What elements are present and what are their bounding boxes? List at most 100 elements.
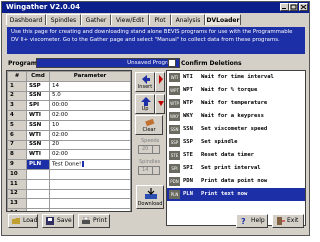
table-row[interactable]: 13 bbox=[7, 198, 131, 210]
row-number: 12 bbox=[7, 188, 27, 200]
col-header-parameter: Parameter bbox=[49, 71, 131, 82]
list-item[interactable]: SSN SSN Set viscometer speed bbox=[167, 123, 305, 136]
row-param[interactable]: 02:00 bbox=[49, 129, 131, 141]
tab-gather[interactable]: Gather bbox=[81, 14, 111, 25]
save-button[interactable]: Save bbox=[42, 214, 74, 228]
row-number: 5 bbox=[7, 119, 27, 131]
row-param[interactable]: 00:00 bbox=[49, 100, 131, 112]
close-button[interactable] bbox=[299, 3, 308, 11]
row-param-text[interactable]: Test Done! bbox=[52, 161, 81, 167]
row-param-editing[interactable]: Test Done! bbox=[49, 159, 131, 170]
table-row[interactable]: 6 WTI 02:00 bbox=[7, 129, 131, 141]
delete-button[interactable] bbox=[155, 72, 165, 92]
row-number: 11 bbox=[7, 178, 27, 190]
row-cmd[interactable]: WTI bbox=[26, 149, 50, 161]
down-button[interactable] bbox=[155, 94, 165, 114]
list-item[interactable]: SPI SPI Set print interval bbox=[167, 162, 305, 175]
tab-dashboard[interactable]: Dashboard bbox=[6, 14, 46, 25]
table-row[interactable]: 10 bbox=[7, 168, 131, 180]
list-item[interactable]: WPT WPT Wait for % torque bbox=[167, 84, 305, 97]
cmd-desc: Wait for a keypress bbox=[201, 113, 264, 119]
row-cmd[interactable]: WTI bbox=[26, 110, 50, 121]
table-row[interactable]: 5 SSN 10 bbox=[7, 119, 131, 131]
up-button[interactable]: Up bbox=[135, 94, 155, 114]
table-row[interactable]: 2 SSN 5.0 bbox=[7, 90, 131, 102]
list-item[interactable]: STE STE Reset data timer bbox=[167, 149, 305, 162]
row-number: 8 bbox=[7, 149, 27, 161]
arrow-left-icon bbox=[142, 75, 150, 84]
row-cmd[interactable]: SSN bbox=[26, 119, 50, 131]
tab-analysis[interactable]: Analysis bbox=[171, 14, 205, 25]
cmd-desc: Wait for % torque bbox=[201, 87, 258, 93]
table-row[interactable]: 12 bbox=[7, 188, 131, 200]
cmd-code: SPI bbox=[183, 165, 193, 171]
row-cmd[interactable]: SSN bbox=[26, 139, 50, 151]
tab-dvloader[interactable]: DVLoader bbox=[205, 14, 241, 25]
row-param[interactable]: 10 bbox=[49, 119, 131, 131]
cmd-desc: Set viscometer speed bbox=[201, 126, 268, 132]
table-row[interactable]: 14 bbox=[7, 208, 131, 211]
confirm-deletions-checkbox[interactable] bbox=[168, 59, 176, 76]
ssp-icon: SSP bbox=[169, 138, 180, 147]
speeds-select[interactable]: 20 bbox=[138, 145, 160, 154]
arrow-down-icon bbox=[158, 101, 164, 106]
row-cmd[interactable]: SSN bbox=[26, 90, 50, 102]
row-param[interactable]: 20 bbox=[49, 139, 131, 151]
help-button[interactable]: ? Help bbox=[236, 214, 268, 228]
tab-spindles[interactable]: Spindles bbox=[46, 14, 81, 25]
row-param[interactable] bbox=[49, 168, 131, 180]
row-cmd[interactable]: SPI bbox=[26, 100, 50, 112]
row-cmd[interactable] bbox=[26, 208, 50, 211]
list-item[interactable]: WTP WTP Wait for temperature bbox=[167, 97, 305, 110]
row-param[interactable]: 14 bbox=[49, 80, 131, 92]
folder-icon bbox=[12, 218, 20, 224]
list-item[interactable]: WTI WTI Wait for time interval bbox=[167, 71, 305, 84]
row-param[interactable] bbox=[49, 208, 131, 211]
row-param[interactable] bbox=[49, 198, 131, 210]
insert-button[interactable]: Insert bbox=[135, 72, 155, 92]
row-param[interactable] bbox=[49, 178, 131, 190]
table-row[interactable]: 11 bbox=[7, 178, 131, 190]
clear-button[interactable]: Clear bbox=[135, 115, 163, 135]
row-cmd[interactable] bbox=[26, 168, 50, 180]
row-cmd[interactable]: PLN bbox=[26, 159, 50, 170]
row-number: 4 bbox=[7, 110, 27, 121]
load-button[interactable]: Load bbox=[8, 214, 38, 228]
row-cmd[interactable]: SSP bbox=[26, 80, 50, 92]
table-row[interactable]: 4 WTI 02:00 bbox=[7, 110, 131, 121]
row-cmd[interactable] bbox=[26, 188, 50, 200]
row-cmd[interactable] bbox=[26, 198, 50, 210]
table-row[interactable]: 3 SPI 00:00 bbox=[7, 100, 131, 112]
exit-button[interactable]: Exit bbox=[272, 214, 304, 228]
table-row-selected[interactable]: 9 PLN Test Done! bbox=[7, 159, 131, 170]
download-button[interactable]: Download bbox=[136, 185, 164, 209]
row-param[interactable]: 02:00 bbox=[49, 110, 131, 121]
table-row[interactable]: 8 WTI 02:00 bbox=[7, 149, 131, 161]
row-cmd[interactable]: WTI bbox=[26, 129, 50, 141]
col-header-number: # bbox=[7, 71, 27, 82]
row-cmd[interactable] bbox=[26, 178, 50, 190]
download-label: Download bbox=[137, 201, 163, 207]
tab-plot[interactable]: Plot bbox=[149, 14, 171, 25]
minimize-button[interactable] bbox=[280, 3, 289, 11]
program-field[interactable]: Unsaved Program bbox=[36, 58, 180, 68]
maximize-icon bbox=[290, 4, 297, 10]
table-row[interactable]: 7 SSN 20 bbox=[7, 139, 131, 151]
list-item[interactable]: SSP SSP Set spindle bbox=[167, 136, 305, 149]
wtp-icon: WTP bbox=[169, 99, 180, 108]
list-item[interactable]: PDN PDN Print data point now bbox=[167, 175, 305, 188]
spindles-select[interactable]: 14 bbox=[138, 166, 160, 175]
list-item[interactable]: WKY WKY Wait for a keypress bbox=[167, 110, 305, 123]
row-param[interactable] bbox=[49, 188, 131, 200]
row-param[interactable]: 02:00 bbox=[49, 149, 131, 161]
command-list[interactable]: WTI WTI Wait for time interval WPT WPT Wait … bbox=[166, 70, 306, 226]
row-param[interactable]: 5.0 bbox=[49, 90, 131, 102]
maximize-button[interactable] bbox=[289, 3, 298, 11]
program-grid[interactable]: # Cmd Parameter 1 SSP 14 2 SSN 5.0 3 SPI 00:00… bbox=[6, 70, 132, 212]
table-row[interactable]: 1 SSP 14 bbox=[7, 80, 131, 92]
row-number: 14 bbox=[7, 208, 27, 211]
print-button[interactable]: Print bbox=[78, 214, 110, 228]
list-item-selected[interactable]: PLN PLN Print text now bbox=[167, 188, 305, 201]
up-label: Up bbox=[141, 106, 149, 112]
tab-view-edit[interactable]: View/Edit bbox=[111, 14, 149, 25]
